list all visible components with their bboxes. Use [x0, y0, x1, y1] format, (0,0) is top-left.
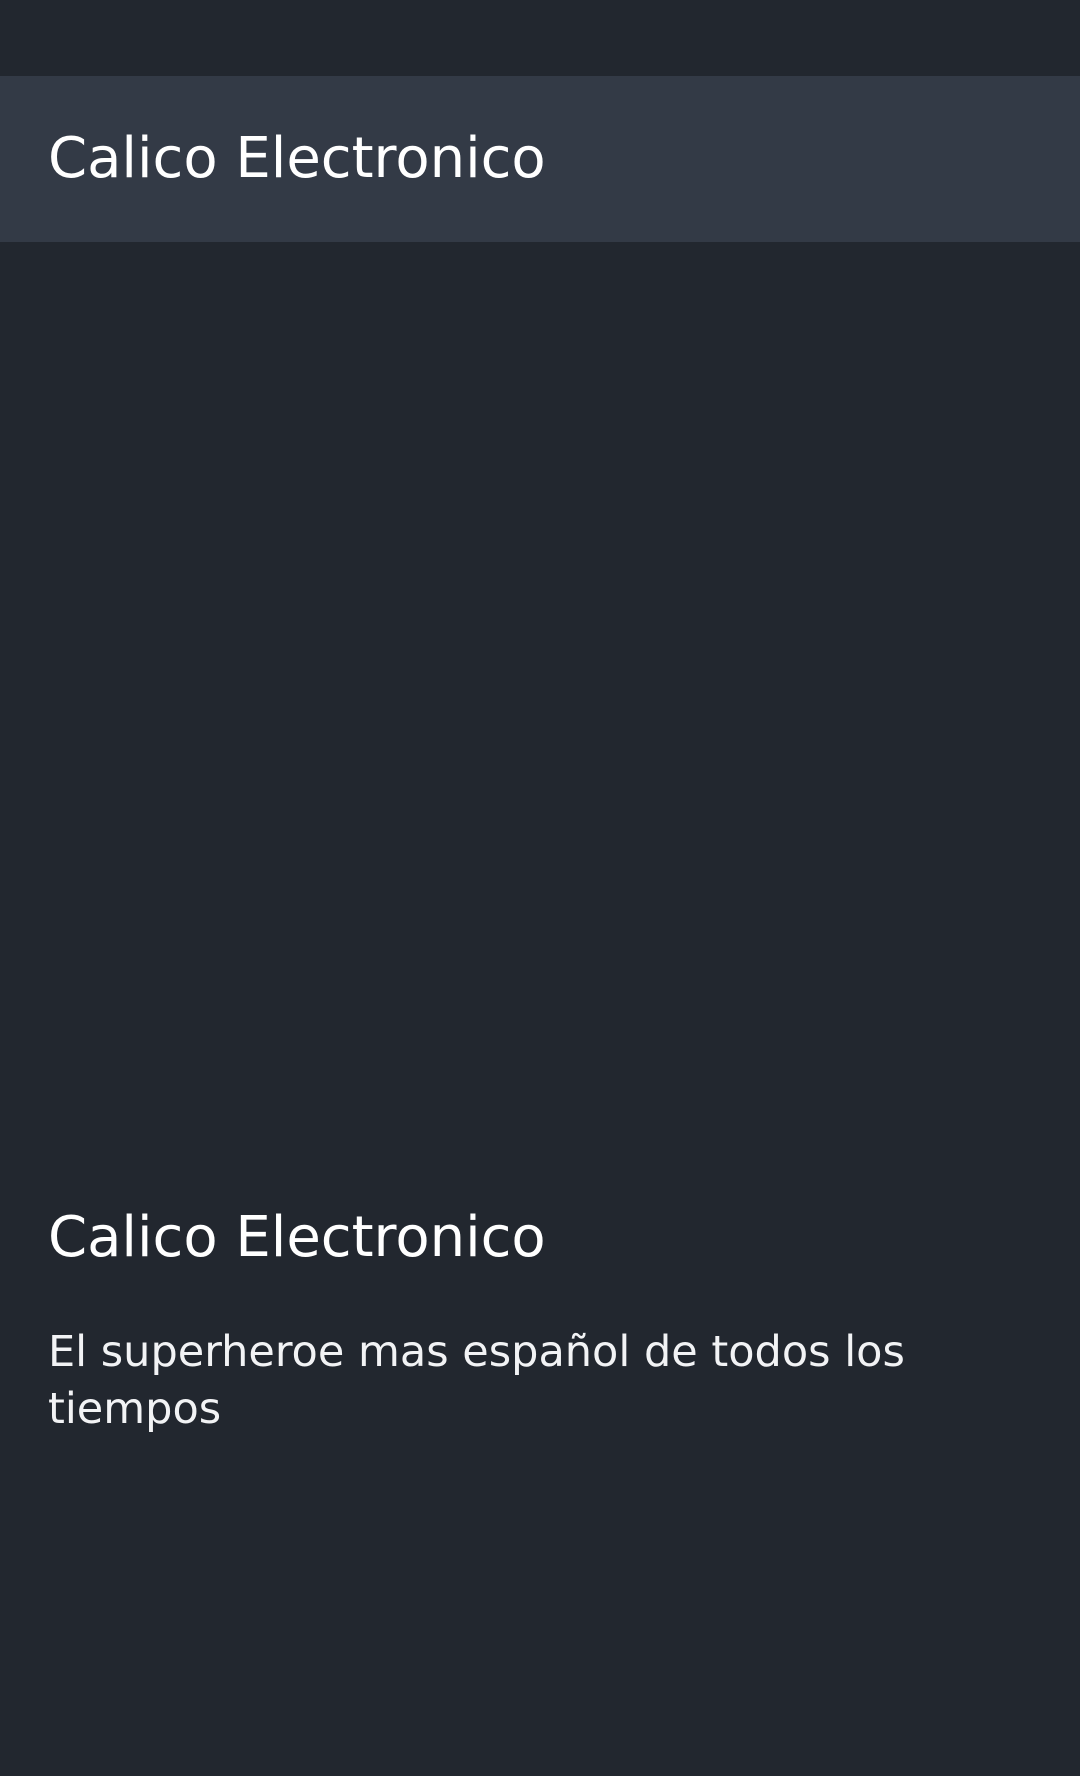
app-bar: Calico Electronico: [0, 76, 1080, 242]
content-title: Calico Electronico: [48, 1205, 546, 1270]
status-bar: [0, 0, 1080, 76]
app-title: Calico Electronico: [48, 126, 546, 191]
content-subtitle: El superheroe mas español de todos los t…: [48, 1327, 905, 1434]
main-content: Calico Electronico El superheroe mas esp…: [0, 242, 1080, 1776]
